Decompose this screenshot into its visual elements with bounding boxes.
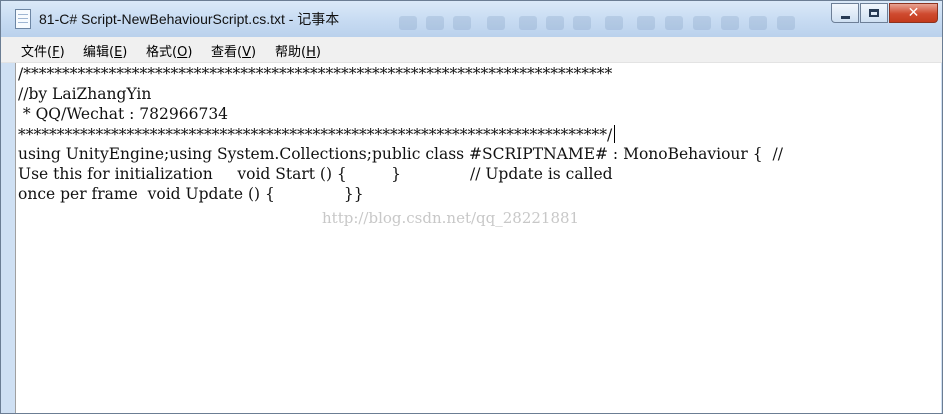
menu-view-label-end: ): [250, 45, 257, 60]
menu-edit-label-end: ): [122, 45, 128, 60]
menu-view-accelerator: V: [242, 45, 251, 60]
menu-bar: 文件(F) 编辑(E) 格式(O) 查看(V) 帮助(H): [1, 37, 942, 63]
menu-file-label: 文件(: [21, 45, 53, 60]
editor-line: //by LaiZhangYin: [18, 85, 152, 103]
background-icon: [721, 16, 739, 30]
maximize-button[interactable]: [860, 3, 888, 23]
background-icon: [637, 16, 655, 30]
menu-help-label-end: ): [315, 45, 321, 60]
background-icon: [605, 16, 623, 30]
editor-line: /***************************************…: [18, 65, 613, 83]
background-icon: [519, 16, 537, 30]
background-icon: [487, 16, 505, 30]
menu-view[interactable]: 查看(V): [211, 41, 256, 60]
editor-line-with-caret: ****************************************…: [18, 125, 616, 144]
background-icon: [546, 16, 564, 30]
background-icon: [749, 16, 767, 30]
menu-file-accelerator: F: [52, 45, 60, 60]
editor-line: ****************************************…: [18, 126, 613, 144]
menu-help-label: 帮助(: [275, 45, 307, 60]
window-frame-left: [1, 63, 15, 413]
notepad-window: 81-C# Script-NewBehaviourScript.cs.txt -…: [0, 0, 943, 414]
text-caret: [614, 125, 616, 143]
menu-edit-label: 编辑(: [83, 45, 115, 60]
editor-line: * QQ/Wechat : 782966734: [18, 105, 229, 123]
background-icon: [426, 16, 444, 30]
menu-format-accelerator: O: [177, 45, 188, 60]
menu-file[interactable]: 文件(F): [21, 41, 65, 60]
menu-edit[interactable]: 编辑(E): [83, 41, 127, 60]
menu-help[interactable]: 帮助(H): [275, 41, 321, 60]
background-icon: [399, 16, 417, 30]
background-icon: [665, 16, 683, 30]
background-icon: [777, 16, 795, 30]
watermark-text: http://blog.csdn.net/qq_28221881: [322, 209, 580, 227]
minimize-button[interactable]: [831, 3, 859, 23]
editor-line: once per frame void Update () { }}: [18, 185, 364, 203]
editor-line: using UnityEngine;using System.Collectio…: [18, 145, 783, 163]
background-icon: [453, 16, 471, 30]
close-button[interactable]: ✕: [889, 3, 938, 23]
close-icon: ✕: [907, 5, 920, 21]
menu-file-label-end: ): [59, 45, 65, 60]
title-bar[interactable]: 81-C# Script-NewBehaviourScript.cs.txt -…: [1, 1, 942, 37]
menu-view-label: 查看(: [211, 45, 243, 60]
background-icon: [693, 16, 711, 30]
menu-help-accelerator: H: [306, 45, 316, 60]
editor-line: Use this for initialization void Start (…: [18, 165, 613, 183]
window-title: 81-C# Script-NewBehaviourScript.cs.txt -…: [39, 11, 340, 27]
maximize-icon: [869, 9, 879, 17]
menu-format-label: 格式(: [146, 45, 178, 60]
notepad-icon[interactable]: [15, 9, 31, 29]
background-icon: [573, 16, 591, 30]
menu-format[interactable]: 格式(O): [146, 41, 192, 60]
text-editor[interactable]: /***************************************…: [15, 63, 942, 413]
minimize-icon: [840, 15, 850, 19]
menu-format-label-end: ): [187, 45, 193, 60]
